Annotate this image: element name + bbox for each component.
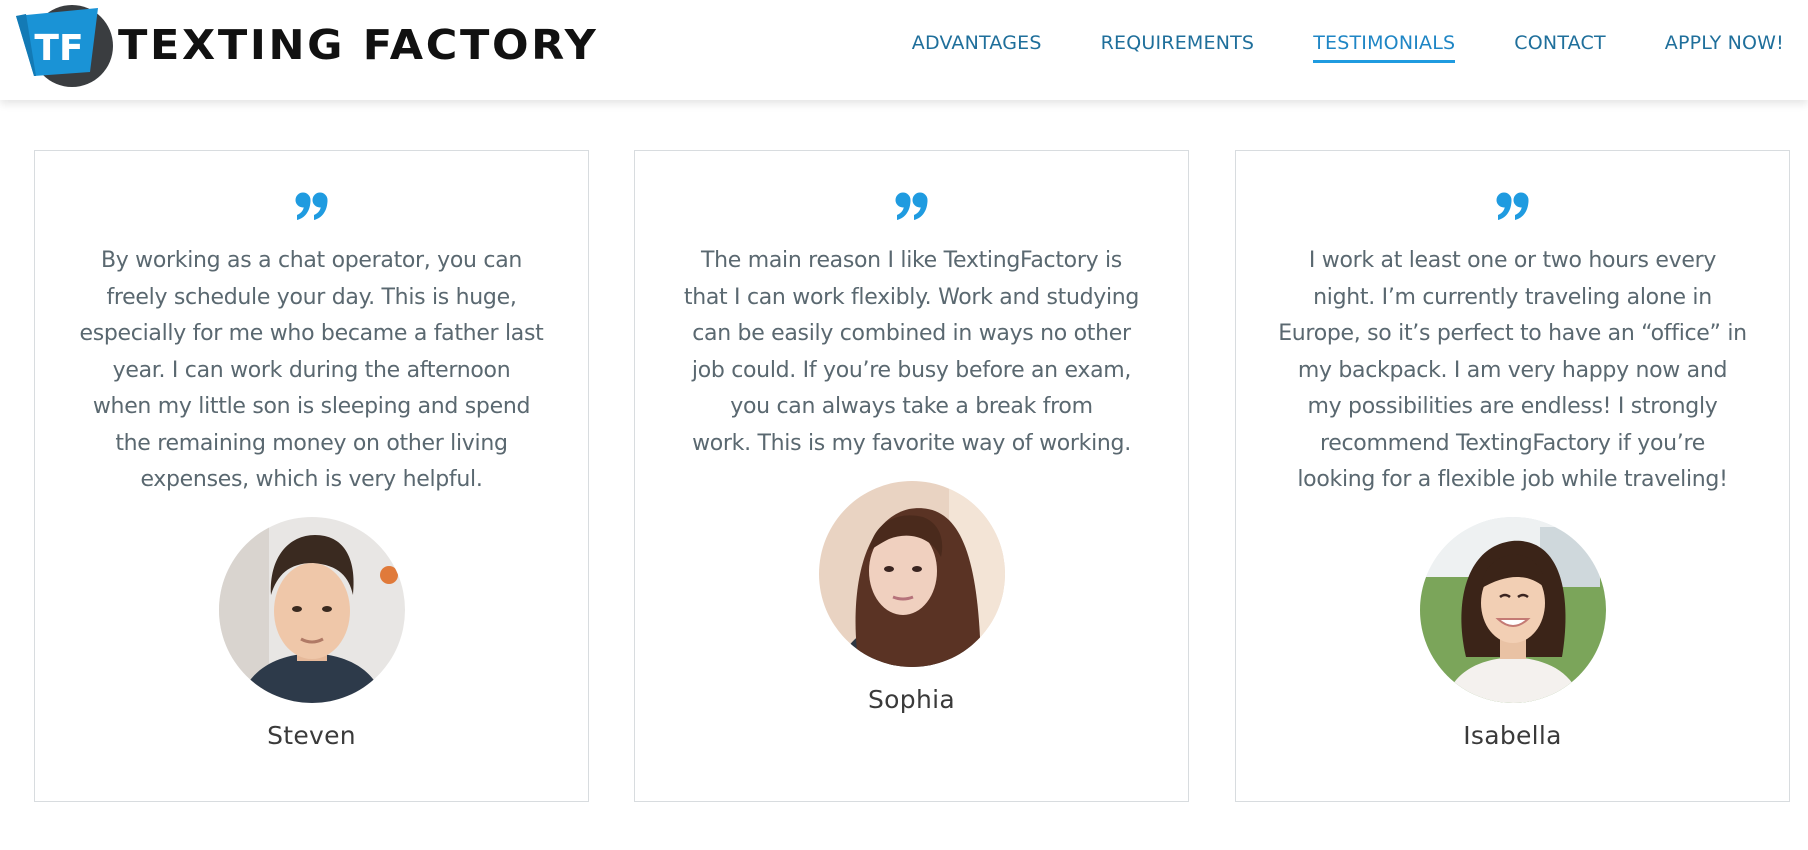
nav-requirements[interactable]: REQUIREMENTS xyxy=(1101,28,1255,58)
logo-wordmark: TEXTING FACTORY xyxy=(118,21,599,69)
main-nav: ADVANTAGES REQUIREMENTS TESTIMONIALS CON… xyxy=(853,0,1784,86)
avatar-steven xyxy=(218,517,405,703)
testimonial-card: The main reason I like TextingFactory is… xyxy=(634,150,1189,802)
nav-apply-now[interactable]: APPLY NOW! xyxy=(1665,28,1784,58)
testimonial-card: I work at least one or two hours every n… xyxy=(1235,150,1790,802)
testimonial-quote: I work at least one or two hours every n… xyxy=(1278,248,1747,492)
nav-contact[interactable]: CONTACT xyxy=(1514,28,1606,58)
avatar-sophia xyxy=(818,481,1005,667)
nav-advantages[interactable]: ADVANTAGES xyxy=(912,28,1042,58)
brand-logo[interactable]: TF TEXTING FACTORY xyxy=(12,2,596,88)
testimonial-name: Steven xyxy=(267,721,356,750)
logo-initials: TF xyxy=(34,28,83,69)
nav-testimonials[interactable]: TESTIMONIALS xyxy=(1313,28,1456,63)
testimonial-card: By working as a chat operator, you can f… xyxy=(34,150,589,802)
logo-badge-icon: TF xyxy=(12,2,116,88)
quote-icon xyxy=(1236,191,1789,223)
quote-icon xyxy=(635,191,1188,223)
testimonials-section: By working as a chat operator, you can f… xyxy=(0,150,1808,802)
testimonial-quote: The main reason I like TextingFactory is… xyxy=(683,248,1140,456)
testimonial-name: Sophia xyxy=(868,685,955,714)
avatar-isabella xyxy=(1419,517,1606,703)
testimonial-name: Isabella xyxy=(1463,721,1562,750)
quote-icon xyxy=(35,191,588,223)
testimonial-quote: By working as a chat operator, you can f… xyxy=(79,248,544,492)
site-header: TF TEXTING FACTORY ADVANTAGES REQUIREMEN… xyxy=(0,0,1808,100)
